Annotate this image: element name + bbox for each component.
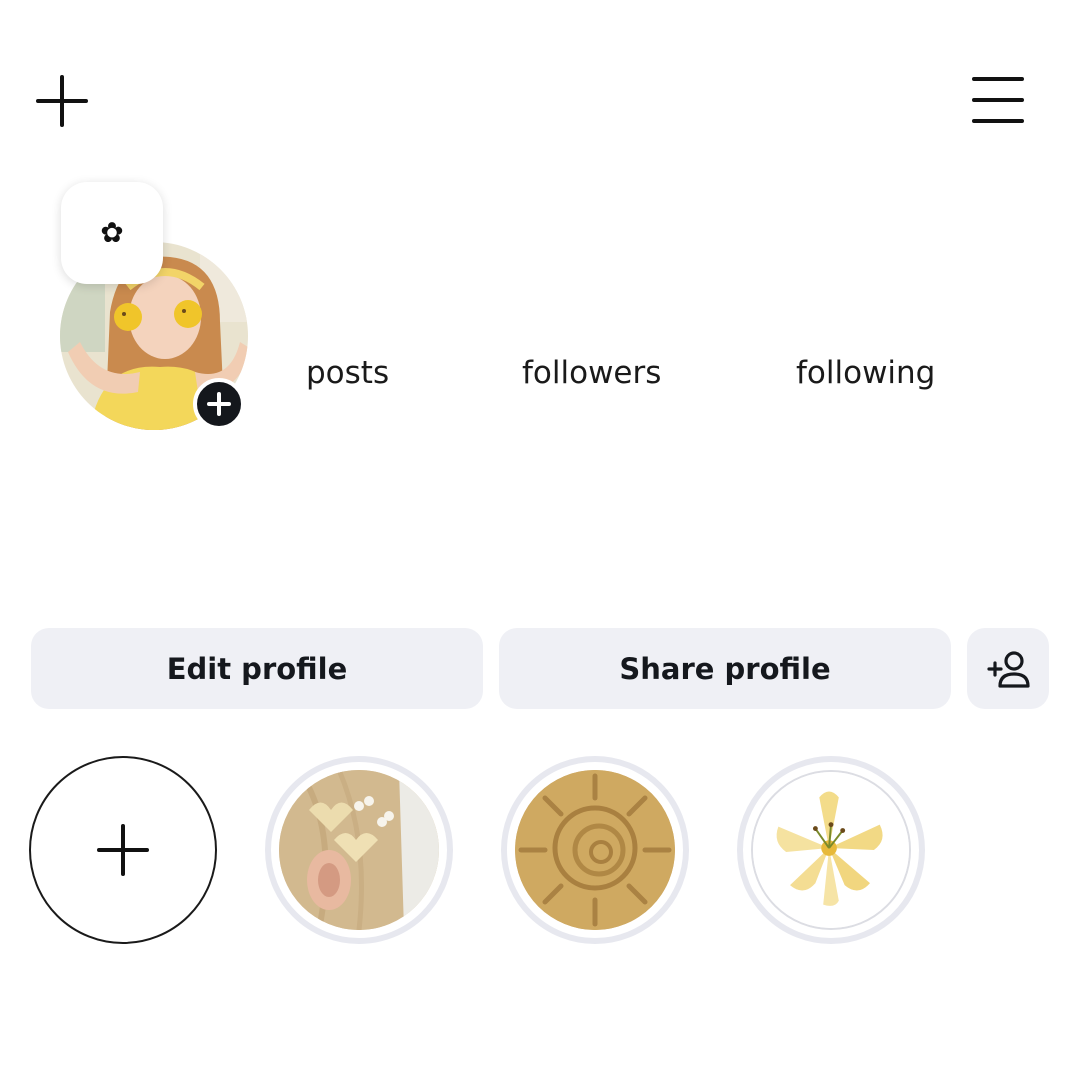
discover-people-button[interactable] bbox=[967, 628, 1049, 709]
sun-sand-photo bbox=[515, 770, 675, 930]
new-post-button[interactable] bbox=[36, 75, 88, 127]
lily-flower-photo bbox=[753, 772, 909, 928]
hamburger-menu-icon bbox=[972, 77, 1024, 123]
story-highlight-2[interactable] bbox=[501, 756, 689, 944]
following-label: following bbox=[796, 355, 936, 391]
menu-button[interactable] bbox=[972, 76, 1024, 124]
profile-note-bubble[interactable]: ✿ bbox=[61, 182, 163, 284]
posts-stat[interactable]: posts bbox=[306, 352, 389, 394]
followers-stat[interactable]: followers bbox=[522, 352, 661, 394]
hair-clip-photo bbox=[279, 770, 439, 930]
new-highlight-button[interactable] bbox=[29, 756, 217, 944]
share-profile-label: Share profile bbox=[619, 651, 831, 686]
plus-icon bbox=[36, 75, 88, 127]
story-highlight-1[interactable] bbox=[265, 756, 453, 944]
add-story-button[interactable] bbox=[193, 378, 245, 430]
posts-label: posts bbox=[306, 355, 390, 391]
edit-profile-label: Edit profile bbox=[166, 651, 348, 686]
share-profile-button[interactable]: Share profile bbox=[499, 628, 951, 709]
plus-icon bbox=[207, 392, 231, 416]
followers-label: followers bbox=[522, 355, 662, 391]
edit-profile-button[interactable]: Edit profile bbox=[31, 628, 483, 709]
note-text: ✿ bbox=[100, 216, 124, 249]
following-stat[interactable]: following bbox=[796, 352, 935, 394]
add-person-icon bbox=[987, 650, 1030, 688]
plus-icon bbox=[97, 824, 149, 876]
story-highlight-3[interactable] bbox=[737, 756, 925, 944]
